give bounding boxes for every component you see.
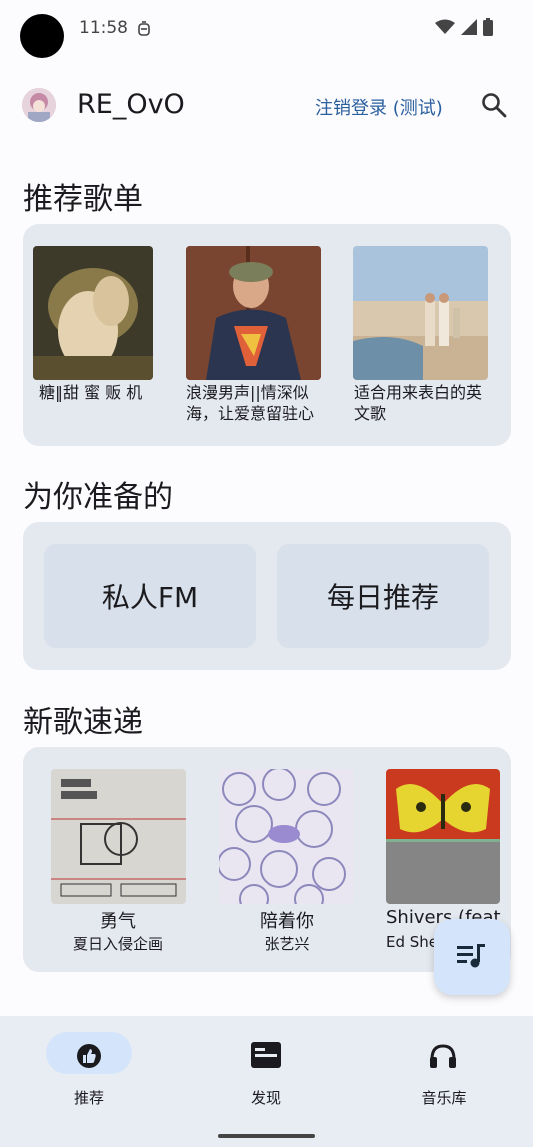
playlist-label-2: 浪漫男声||情深似海，让爱意留驻心	[186, 383, 315, 423]
nav-label-recommend: 推荐	[73, 1089, 104, 1107]
new-songs-title: 新歌速递	[23, 705, 143, 740]
song-artist-2: 张艺兴	[264, 935, 310, 953]
nav-label-discover: 发现	[250, 1089, 281, 1107]
song-cover-3[interactable]	[386, 769, 500, 904]
system-icons	[435, 18, 493, 36]
notification-icon	[137, 21, 151, 41]
daily-recommend-button[interactable]: 每日推荐	[277, 544, 489, 648]
camera-cutout	[20, 14, 64, 58]
battery-icon	[483, 18, 493, 36]
home-indicator[interactable]	[218, 1134, 315, 1138]
nav-item-library[interactable]: 音乐库	[355, 1016, 533, 1126]
for-you-card: 私人FM 每日推荐	[23, 522, 511, 670]
song-cover-1[interactable]	[51, 769, 186, 904]
signal-icon	[461, 19, 477, 35]
song-name-2: 陪着你	[260, 911, 314, 932]
song-artist-1: 夏日入侵企画	[72, 935, 163, 953]
song-cover-2[interactable]	[219, 769, 354, 904]
playlist-cover-2[interactable]	[186, 246, 321, 380]
playlist-fab-button[interactable]	[434, 919, 510, 995]
discover-icon	[251, 1042, 281, 1068]
playlist-cover-1[interactable]	[33, 246, 153, 380]
app-title: RE_OvO	[77, 89, 185, 120]
playlist-label-1: 糖‖甜 蜜 贩 机	[39, 383, 143, 402]
queue-music-icon	[457, 944, 485, 968]
headphones-icon	[430, 1044, 456, 1068]
search-icon[interactable]	[480, 91, 508, 119]
playlist-cover-3[interactable]	[353, 246, 488, 380]
wifi-icon	[435, 19, 455, 34]
private-fm-button[interactable]: 私人FM	[44, 544, 256, 648]
nav-label-library: 音乐库	[421, 1089, 467, 1107]
thumb-up-icon	[77, 1044, 101, 1068]
logout-link[interactable]: 注销登录 (测试)	[315, 94, 443, 120]
recommended-playlists-title: 推荐歌单	[23, 182, 143, 217]
nav-item-recommend[interactable]: 推荐	[0, 1016, 178, 1126]
playlist-label-3: 适合用来表白的英文歌	[354, 383, 483, 423]
recommended-playlists-card: 糖‖甜 蜜 贩 机 浪漫男声||情深似海，让爱意留驻心 适合用来表白的英文歌	[23, 224, 511, 446]
status-time: 11:58	[79, 18, 128, 38]
for-you-title: 为你准备的	[23, 480, 173, 515]
avatar[interactable]	[22, 88, 56, 122]
song-name-1: 勇气	[100, 911, 136, 932]
nav-item-discover[interactable]: 发现	[178, 1016, 356, 1126]
